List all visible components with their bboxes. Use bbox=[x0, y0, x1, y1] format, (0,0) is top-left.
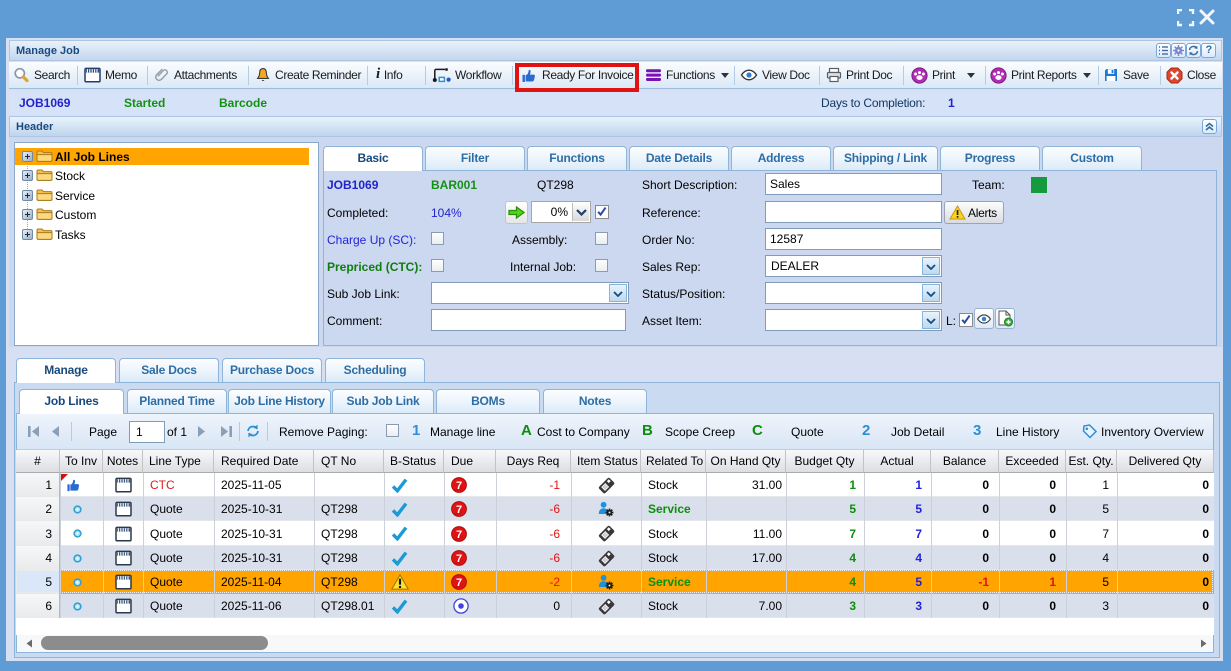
svg-text:7: 7 bbox=[456, 529, 462, 541]
svg-text:7: 7 bbox=[456, 553, 462, 565]
svg-text:7: 7 bbox=[456, 480, 462, 492]
svg-text:7: 7 bbox=[456, 504, 462, 516]
svg-text:7: 7 bbox=[456, 577, 462, 589]
